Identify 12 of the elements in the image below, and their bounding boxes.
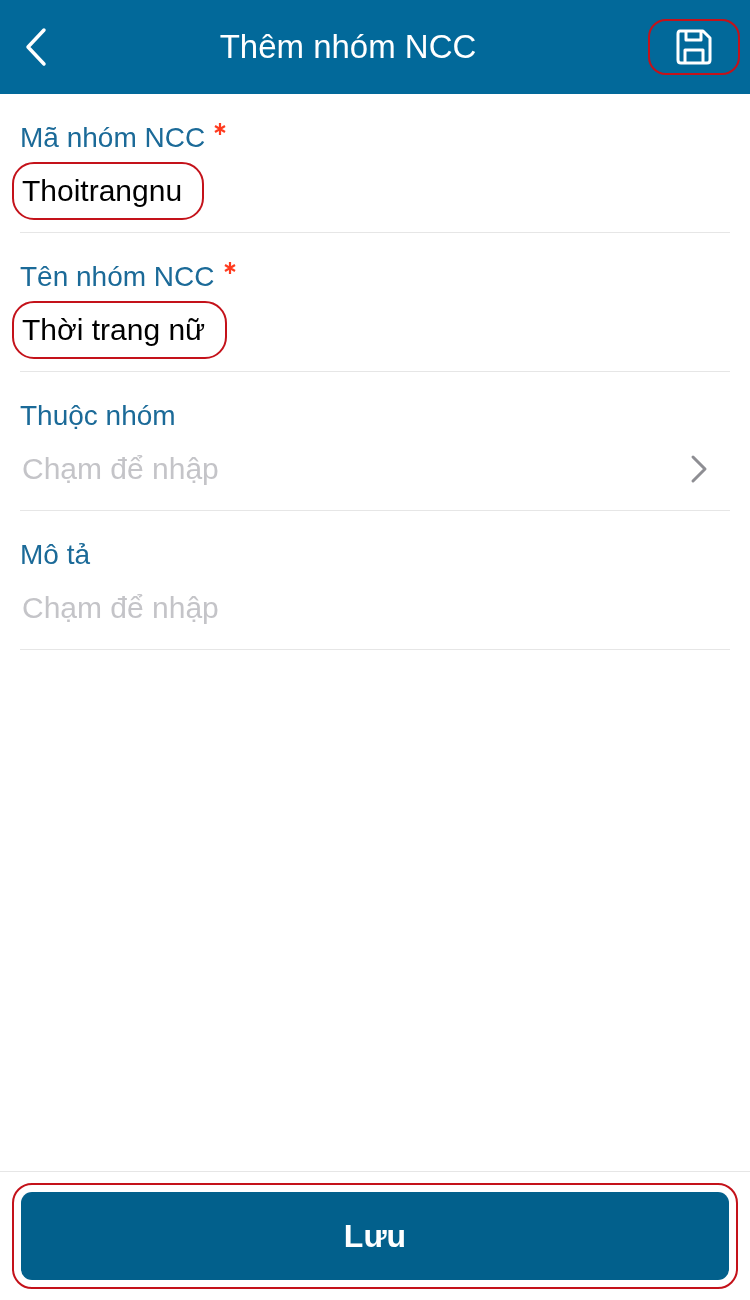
- back-button[interactable]: [24, 27, 48, 67]
- screen-title: Thêm nhóm NCC: [219, 28, 477, 66]
- input-field[interactable]: Thời trang nữ: [12, 301, 730, 359]
- save-button[interactable]: Lưu: [12, 1183, 738, 1289]
- input-field[interactable]: Thoitrangnu: [12, 162, 730, 220]
- save-button[interactable]: [648, 19, 740, 75]
- field-label: Tên nhóm NCC: [20, 261, 215, 293]
- field-label: Mã nhóm NCC: [20, 122, 206, 154]
- field-label: Mô tả: [20, 539, 91, 571]
- chevron-left-icon: [24, 27, 48, 67]
- chevron-right-icon: [690, 454, 708, 484]
- field-label: Thuộc nhóm: [20, 400, 176, 432]
